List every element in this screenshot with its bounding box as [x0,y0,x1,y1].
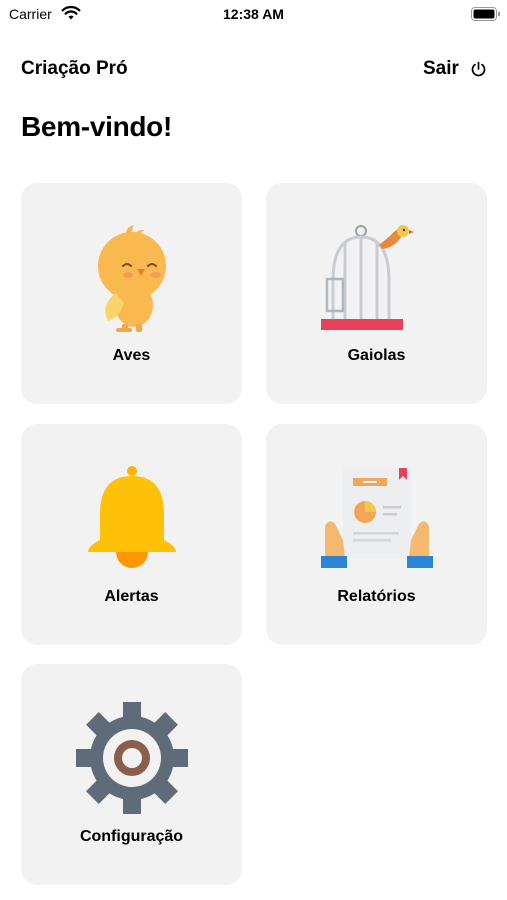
menu-tile-label: Relatórios [337,588,416,605]
home-screen: Carrier 12:38 AM Criação Pró Sair Bem-vi… [0,0,507,900]
clock: 12:38 AM [223,6,284,22]
welcome-heading: Bem-vindo! [21,111,173,142]
status-bar: Carrier 12:38 AM [0,0,507,30]
power-icon [471,61,486,76]
battery-icon [471,7,500,21]
app-title: Criação Pró [21,58,128,79]
logout-button[interactable]: Sair [423,57,487,81]
menu-tile-label: Aves [112,347,151,364]
birdcage-icon [321,225,414,330]
menu-tile-gaiolas[interactable]: Gaiolas [266,183,487,404]
menu-tile-alertas[interactable]: Alertas [21,424,242,645]
menu-tile-label: Alertas [104,588,159,605]
logout-label: Sair [423,58,459,79]
menu-tile-label: Gaiolas [347,347,406,364]
menu-tile-aves[interactable]: Aves [21,183,242,404]
menu-tile-label: Configuração [79,828,184,845]
bell-icon [88,466,176,568]
report-icon [321,468,433,568]
menu-tile-relatorios[interactable]: Relatórios [266,424,487,645]
menu-tile-configuracao[interactable]: Configuração [21,664,242,885]
bird-icon [98,225,166,332]
gear-icon [76,702,188,814]
